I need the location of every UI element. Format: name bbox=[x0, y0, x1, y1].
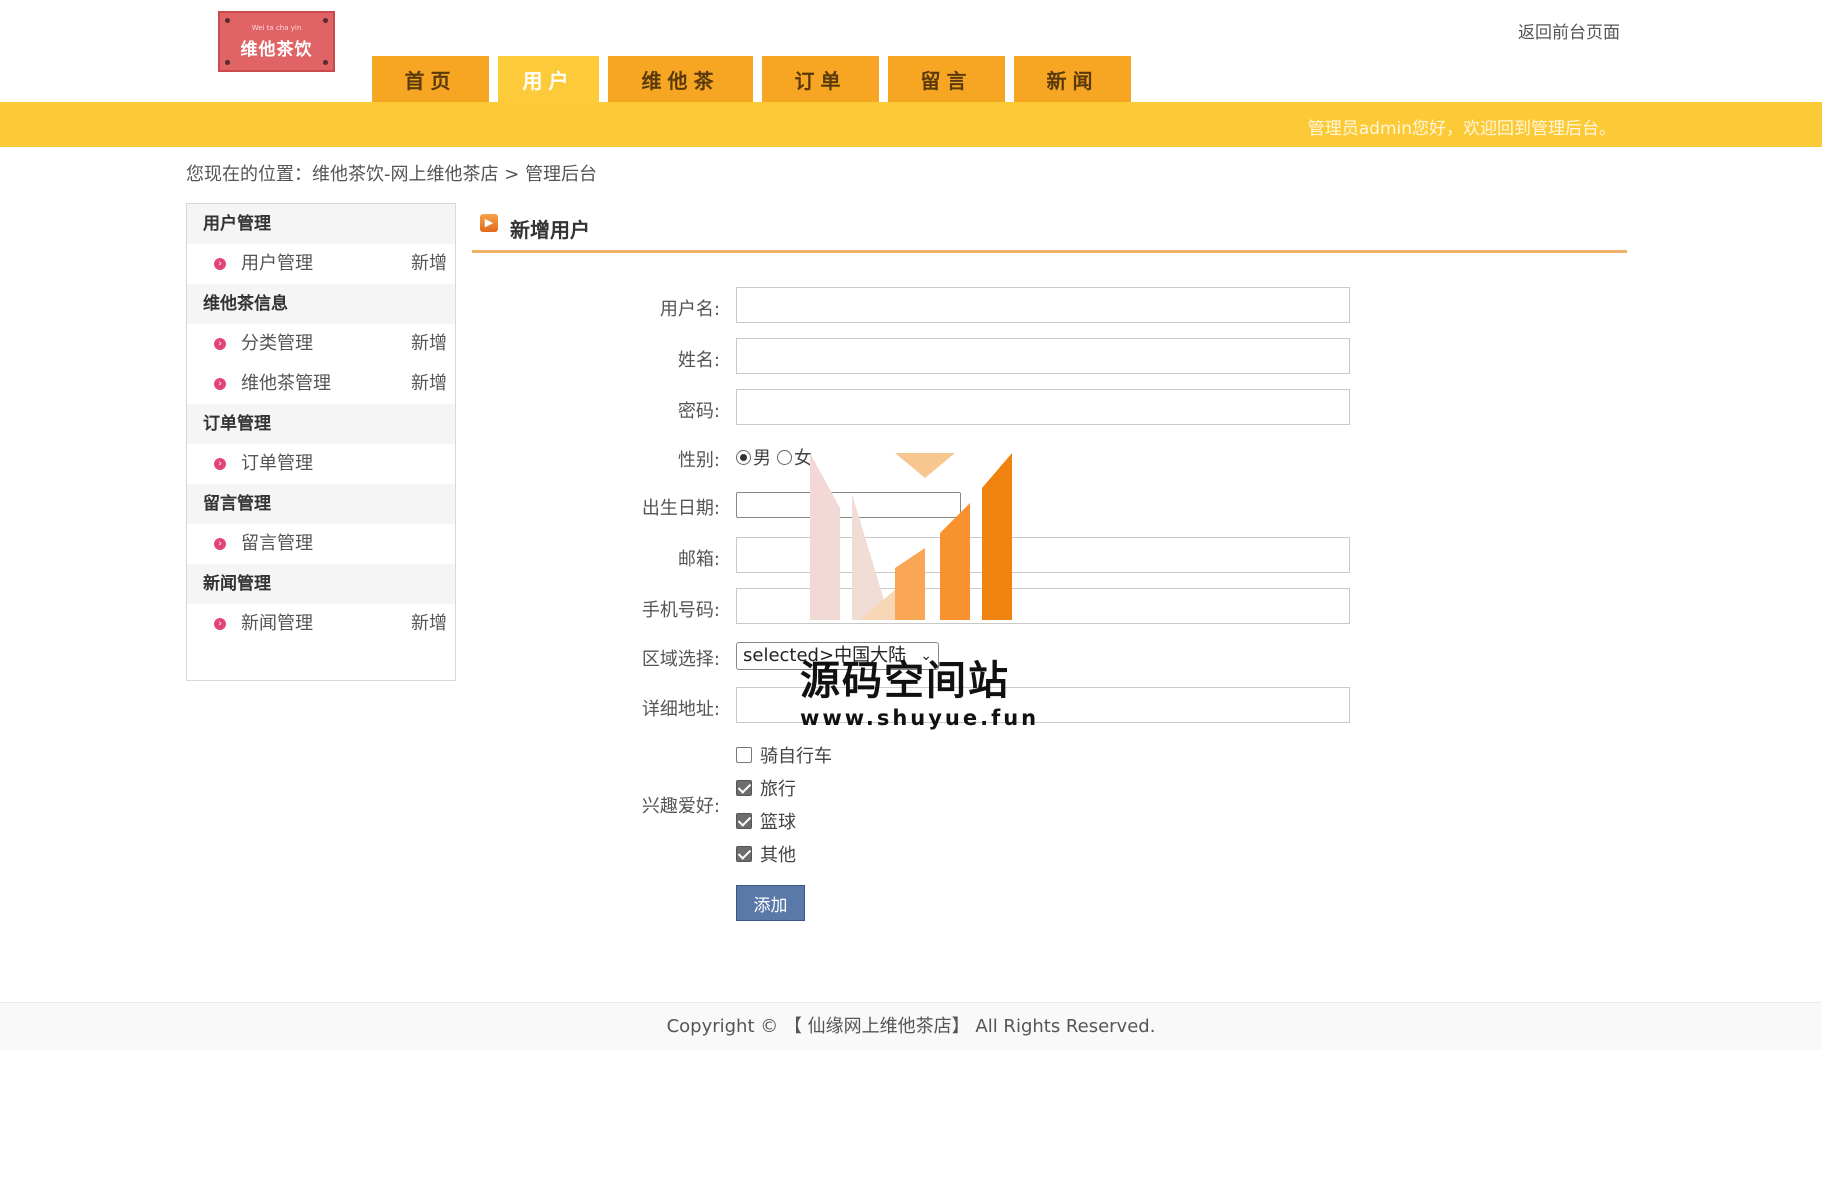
form-row-hobby-label: 兴趣爱好: bbox=[0, 792, 1822, 832]
phone-label: 手机号码: bbox=[641, 600, 720, 621]
sidebar-link[interactable]: 用户管理 bbox=[241, 244, 313, 284]
breadcrumb-current: 管理后台 bbox=[525, 164, 598, 185]
phone-input[interactable] bbox=[736, 588, 1350, 624]
sidebar-group-title: 用户管理 bbox=[187, 204, 455, 244]
address-label: 详细地址: bbox=[641, 699, 720, 720]
logo-text: 维他茶饮 bbox=[240, 39, 313, 60]
form-row-gender: 性别: 男 女 bbox=[0, 444, 1822, 484]
nav-tab-home[interactable]: 首页 bbox=[372, 56, 489, 102]
sidebar-item-user-management: › 用户管理 新增 bbox=[187, 244, 455, 284]
email-label: 邮箱: bbox=[677, 549, 720, 570]
form-row-email: 邮箱: bbox=[0, 537, 1822, 577]
footer: Copyright © 【 仙缘网上维他茶店】 All Rights Reser… bbox=[0, 1002, 1822, 1050]
hobby-basketball-checkbox[interactable] bbox=[736, 813, 752, 829]
form-row-username: 用户名: bbox=[0, 287, 1822, 327]
sidebar-add-link[interactable]: 新增 bbox=[411, 244, 447, 284]
gender-option-male[interactable]: 男 bbox=[736, 444, 771, 470]
breadcrumb: 您现在的位置：维他茶饮-网上维他茶店 > 管理后台 bbox=[186, 160, 597, 186]
nav-tab-users[interactable]: 用户 bbox=[498, 56, 599, 102]
gender-female-radio[interactable] bbox=[777, 449, 792, 465]
form-row-birthday: 出生日期: bbox=[0, 492, 1822, 532]
hobby-other-checkbox[interactable] bbox=[736, 846, 752, 862]
logo-subtext: Wei ta cha yin bbox=[251, 23, 302, 32]
header: Wei ta cha yin 维他茶饮 返回前台页面 首页 用户 维他茶 订单 … bbox=[0, 0, 1822, 102]
gender-female-label: 女 bbox=[794, 448, 812, 469]
hobby-cycling-checkbox[interactable] bbox=[736, 747, 752, 763]
add-user-button[interactable]: 添加 bbox=[736, 885, 805, 921]
nav-tab-messages[interactable]: 留言 bbox=[888, 56, 1005, 102]
hobby-option-cycling[interactable]: 骑自行车 bbox=[736, 742, 832, 768]
page-title: 新增用户 bbox=[510, 218, 590, 242]
back-to-frontend-link[interactable]: 返回前台页面 bbox=[1518, 18, 1620, 43]
hobby-travel-label: 旅行 bbox=[760, 779, 796, 800]
logo-rivet bbox=[225, 60, 230, 65]
watermark-title: 源码空间站 bbox=[800, 658, 1010, 704]
nav-tab-tea[interactable]: 维他茶 bbox=[608, 56, 753, 102]
section-header: ▶ 新增用户 bbox=[472, 210, 1627, 253]
hobby-option-basketball[interactable]: 篮球 bbox=[736, 808, 796, 834]
hobby-basketball-label: 篮球 bbox=[760, 812, 796, 833]
hobby-travel-checkbox[interactable] bbox=[736, 780, 752, 796]
form-row-phone: 手机号码: bbox=[0, 588, 1822, 628]
email-input[interactable] bbox=[736, 537, 1350, 573]
name-label: 姓名: bbox=[677, 350, 720, 371]
gender-male-radio[interactable] bbox=[736, 449, 751, 465]
username-input[interactable] bbox=[736, 287, 1350, 323]
logo-rivet bbox=[323, 60, 328, 65]
gender-male-label: 男 bbox=[753, 448, 771, 469]
nav-tab-news[interactable]: 新闻 bbox=[1014, 56, 1131, 102]
gender-radio-group: 男 女 bbox=[736, 444, 818, 470]
username-label: 用户名: bbox=[659, 299, 720, 320]
logo-rivet bbox=[323, 18, 328, 23]
main-nav: 首页 用户 维他茶 订单 留言 新闻 bbox=[372, 56, 1131, 102]
arrow-bullet-icon: › bbox=[214, 258, 226, 270]
breadcrumb-prefix: 您现在的位置： bbox=[186, 164, 312, 185]
hobby-cycling-label: 骑自行车 bbox=[760, 746, 832, 767]
copyright-text: Copyright © 【 仙缘网上维他茶店】 All Rights Reser… bbox=[666, 1016, 1156, 1037]
form-row-name: 姓名: bbox=[0, 338, 1822, 378]
nav-tab-orders[interactable]: 订单 bbox=[762, 56, 879, 102]
birthday-label: 出生日期: bbox=[641, 498, 720, 519]
breadcrumb-site-link[interactable]: 维他茶饮-网上维他茶店 bbox=[312, 164, 499, 185]
form-row-password: 密码: bbox=[0, 389, 1822, 429]
password-label: 密码: bbox=[677, 401, 720, 422]
breadcrumb-separator: > bbox=[504, 164, 520, 185]
hobby-option-other[interactable]: 其他 bbox=[736, 841, 796, 867]
arrow-right-icon: ▶ bbox=[480, 214, 498, 232]
watermark-url: www.shuyue.fun bbox=[800, 706, 1040, 730]
region-label: 区域选择: bbox=[641, 649, 720, 670]
hobby-option-travel[interactable]: 旅行 bbox=[736, 775, 796, 801]
password-input[interactable] bbox=[736, 389, 1350, 425]
birthday-input[interactable] bbox=[736, 492, 961, 518]
site-logo[interactable]: Wei ta cha yin 维他茶饮 bbox=[218, 11, 335, 72]
hobby-label: 兴趣爱好: bbox=[641, 796, 720, 817]
welcome-message: 管理员admin您好，欢迎回到管理后台。 bbox=[1307, 119, 1616, 139]
welcome-bar: 管理员admin您好，欢迎回到管理后台。 bbox=[0, 102, 1822, 147]
logo-rivet bbox=[225, 18, 230, 23]
gender-label: 性别: bbox=[677, 450, 720, 471]
gender-option-female[interactable]: 女 bbox=[777, 444, 812, 470]
name-input[interactable] bbox=[736, 338, 1350, 374]
hobby-other-label: 其他 bbox=[760, 845, 796, 866]
